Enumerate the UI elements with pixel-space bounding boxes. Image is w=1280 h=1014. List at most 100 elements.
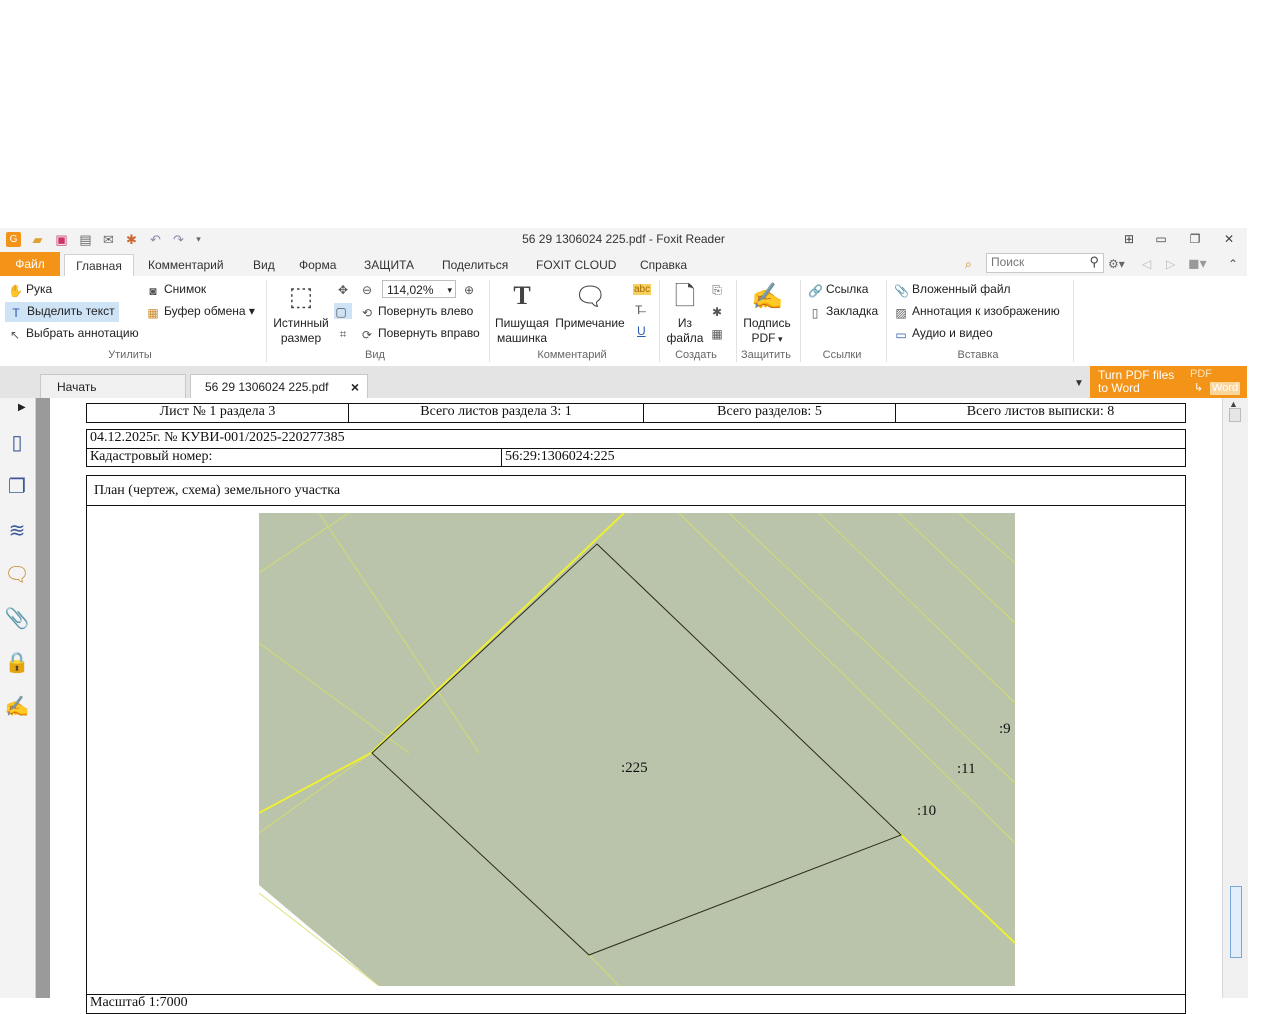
image-annotation-button[interactable]: ▨ Аннотация к изображению: [894, 304, 1059, 320]
clipboard-button[interactable]: ▦ Буфер обмена ▾: [146, 304, 255, 320]
hand-tool-button[interactable]: ✋ Рука: [8, 282, 52, 298]
zoom-select[interactable]: 114,02% ▾: [382, 280, 456, 298]
fit-width-icon[interactable]: ▢: [334, 303, 352, 319]
bookmark-button[interactable]: ▯ Закладка: [808, 304, 878, 320]
dropdown-icon: ▾: [447, 285, 452, 295]
tab-foxit-cloud[interactable]: FOXIT CLOUD: [536, 256, 616, 276]
close-button[interactable]: ✕: [1218, 230, 1240, 248]
tab-share[interactable]: Поделиться: [442, 256, 508, 276]
promo-badge-pdf: PDF: [1190, 368, 1212, 380]
next-icon[interactable]: ▷: [1166, 255, 1175, 275]
tab-document[interactable]: 56 29 1306024 225.pdf ×: [190, 374, 368, 398]
snapshot-label: Снимок: [164, 282, 207, 296]
highlight-icon[interactable]: abc: [633, 284, 652, 295]
select-text-label: Выделить текст: [27, 304, 115, 318]
group-separator: [736, 280, 737, 362]
page-thumbnail-icon[interactable]: ▯: [4, 430, 30, 456]
snapshot-button[interactable]: ◙ Снимок: [146, 282, 206, 298]
group-label-view: Вид: [365, 349, 385, 361]
tab-protect[interactable]: ЗАЩИТА: [364, 256, 414, 276]
from-file-button[interactable]: 🗋 Из файла: [664, 280, 706, 346]
date-number: 04.12.2025г. № КУВИ-001/2025-220277385: [86, 429, 1186, 449]
attachment-label: Вложенный файл: [912, 282, 1011, 296]
collapse-ribbon-icon[interactable]: ⌃: [1228, 255, 1238, 275]
search-input[interactable]: [987, 254, 1087, 270]
create-blank-icon[interactable]: ✱: [710, 303, 728, 319]
fit-page-icon[interactable]: ✥: [336, 281, 354, 297]
signature-icon[interactable]: ✍: [4, 694, 30, 720]
sign-pdf-button[interactable]: ✍ Подпись PDF ▾: [740, 280, 794, 347]
ribbon-display-icon[interactable]: ⊞: [1118, 230, 1140, 248]
hand-label: Рука: [26, 282, 53, 296]
typewriter-button[interactable]: T Пишущая машинка: [494, 280, 550, 346]
create-clipboard-icon[interactable]: ▦: [710, 325, 728, 341]
clipboard-icon: ▦: [147, 306, 159, 320]
create-scanner-icon[interactable]: ⎘: [710, 281, 728, 297]
zoom-in-icon[interactable]: ⊕: [462, 281, 480, 297]
camera-icon: ◙: [149, 284, 157, 298]
fit-visible-icon[interactable]: ⌗: [336, 325, 354, 341]
select-annotation-icon: ↖: [9, 328, 21, 342]
audio-video-button[interactable]: ▭ Аудио и видео: [894, 326, 992, 342]
ribbon-tabs: Файл Главная Комментарий Вид Форма ЗАЩИТ…: [0, 252, 1247, 277]
scroll-top-button[interactable]: [1229, 408, 1241, 422]
from-file-icon: 🗋: [674, 281, 696, 311]
tab-comment[interactable]: Комментарий: [148, 256, 224, 276]
close-tab-icon[interactable]: ×: [351, 375, 359, 399]
film-icon: ▭: [895, 328, 907, 342]
restore-button[interactable]: ❐: [1184, 230, 1206, 248]
group-label-tools: Утилиты: [108, 349, 152, 361]
map-label-11: :11: [957, 761, 976, 777]
promo-banner[interactable]: Turn PDF files to Word PDF ↳ Word: [1090, 366, 1247, 398]
tab-view[interactable]: Вид: [253, 256, 275, 276]
sign-label-2: PDF: [751, 331, 776, 345]
pages-icon[interactable]: ❐: [4, 474, 30, 500]
prev-icon[interactable]: ◁: [1142, 255, 1151, 275]
cadastral-label: Кадастровый номер:: [86, 448, 502, 467]
security-lock-icon[interactable]: 🔒: [4, 650, 30, 676]
search-box[interactable]: ⚲: [986, 253, 1104, 273]
minimize-button[interactable]: ▭: [1150, 230, 1172, 248]
tab-start[interactable]: Начать: [40, 374, 186, 398]
document-tabs: Начать 56 29 1306024 225.pdf × ▼ Turn PD…: [0, 366, 1247, 398]
note-button[interactable]: 🗨 Примечание: [554, 280, 626, 331]
layers-icon[interactable]: ≋: [4, 518, 30, 544]
underline-icon[interactable]: U: [637, 324, 646, 338]
map-background: [259, 513, 1015, 986]
typewriter-icon: T: [513, 281, 531, 310]
settings-gear-icon[interactable]: ⚙▾: [1108, 255, 1125, 275]
note-label: Примечание: [555, 316, 625, 330]
link-button[interactable]: 🔗 Ссылка: [808, 282, 868, 298]
select-annotation-button[interactable]: ↖ Выбрать аннотацию: [8, 326, 139, 342]
rotate-right-icon: ⟳: [361, 328, 373, 342]
rotate-right-button[interactable]: ⟳ Повернуть вправо: [360, 326, 480, 342]
find-icon[interactable]: ⌕: [965, 255, 972, 275]
user-avatar-icon[interactable]: ◼▾: [1188, 254, 1207, 274]
zoom-out-icon[interactable]: ⊖: [360, 281, 378, 297]
attachment-button[interactable]: 📎 Вложенный файл: [894, 282, 1011, 298]
group-separator: [489, 280, 490, 362]
comments-icon[interactable]: 🗨: [4, 562, 30, 588]
tab-help[interactable]: Справка: [640, 256, 687, 276]
search-icon[interactable]: ⚲: [1089, 254, 1099, 270]
tab-list-dropdown-icon[interactable]: ▼: [1074, 372, 1084, 396]
actual-size-label: Истинный: [273, 316, 329, 330]
bottom-row-partial: Масштаб 1:7000: [86, 994, 1186, 1014]
expand-panel-icon[interactable]: ▶: [18, 402, 26, 413]
group-separator: [886, 280, 887, 362]
actual-size-button[interactable]: ⬚ Истинный размер: [272, 280, 330, 346]
scroll-thumb[interactable]: [1230, 886, 1242, 958]
attachments-icon[interactable]: 📎: [4, 606, 30, 632]
sign-label: Подпись: [743, 316, 791, 330]
group-label-protect: Защитить: [741, 349, 791, 361]
tab-file[interactable]: Файл: [0, 252, 60, 276]
note-icon: 🗨: [574, 281, 608, 311]
strikethrough-icon[interactable]: T̶: [635, 303, 642, 317]
rotate-left-button[interactable]: ⟲ Повернуть влево: [360, 304, 473, 320]
image-icon: ▨: [895, 306, 907, 320]
zoom-value: 114,02%: [387, 283, 434, 297]
select-text-button[interactable]: T Выделить текст: [5, 302, 119, 322]
vertical-scrollbar[interactable]: ▲: [1222, 398, 1248, 998]
tab-home[interactable]: Главная: [64, 254, 134, 277]
tab-form[interactable]: Форма: [299, 256, 336, 276]
